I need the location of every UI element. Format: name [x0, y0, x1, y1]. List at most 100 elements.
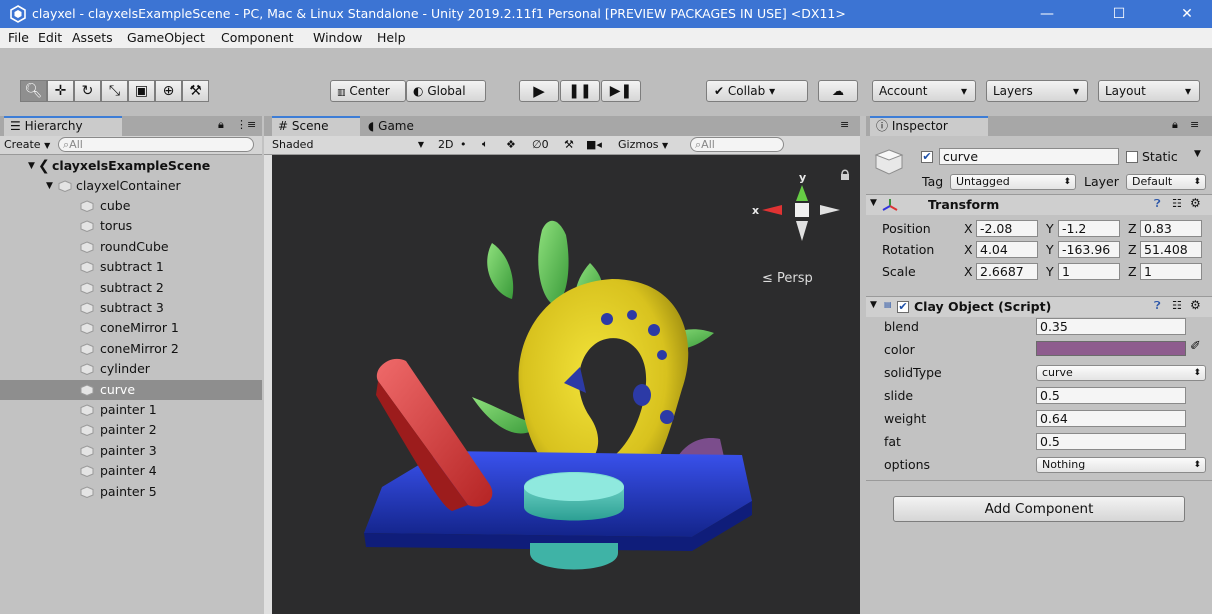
gear-icon[interactable]: ⚙︎	[1190, 298, 1201, 312]
chevron-down-icon[interactable]: ▼	[1194, 149, 1201, 159]
rotate-tool-button[interactable]: ↻	[74, 80, 101, 102]
scale-z-field[interactable]: 1	[1140, 263, 1202, 280]
hierarchy-item[interactable]: coneMirror 2	[0, 339, 262, 359]
lock-icon[interactable]	[841, 169, 849, 180]
foldout-arrow-icon[interactable]: ▼	[870, 300, 877, 310]
panel-menu-icon[interactable]: ≡	[1190, 118, 1199, 131]
lock-icon[interactable]: 🔒︎	[1172, 118, 1178, 132]
hidden-objects-toggle[interactable]: ∅0	[532, 137, 549, 153]
eyedropper-icon[interactable]: ✐	[1190, 339, 1201, 354]
tab-game[interactable]: ◖ Game	[362, 116, 442, 136]
close-button[interactable]: ✕	[1164, 0, 1210, 28]
tab-inspector[interactable]: ⓘ Inspector	[870, 116, 988, 136]
blend-field[interactable]: 0.35	[1036, 318, 1186, 335]
gear-icon[interactable]: ⚙︎	[1190, 196, 1201, 210]
layout-dropdown[interactable]: Layout ▾	[1098, 80, 1200, 102]
tools-icon[interactable]: ⚒	[564, 137, 574, 153]
hierarchy-item[interactable]: subtract 1	[0, 257, 262, 277]
tag-dropdown[interactable]: Untagged ⬍	[950, 174, 1076, 190]
menu-gameobject[interactable]: GameObject	[127, 30, 205, 45]
container-row[interactable]: ▼ clayxelContainer	[0, 176, 262, 196]
static-checkbox[interactable]	[1126, 151, 1138, 163]
position-x-field[interactable]: -2.08	[976, 220, 1038, 237]
hierarchy-item[interactable]: cube	[0, 196, 262, 216]
rotation-z-field[interactable]: 51.408	[1140, 241, 1202, 258]
rotation-x-field[interactable]: 4.04	[976, 241, 1038, 258]
account-dropdown[interactable]: Account ▾	[872, 80, 976, 102]
scale-y-field[interactable]: 1	[1058, 263, 1120, 280]
camera-icon[interactable]: ■◂	[586, 137, 602, 153]
solidtype-dropdown[interactable]: curve ⬍	[1036, 365, 1206, 381]
presets-icon[interactable]: ☷	[1172, 299, 1182, 312]
play-button[interactable]: ▶	[519, 80, 559, 102]
hierarchy-item[interactable]: painter 5	[0, 482, 262, 502]
tab-scene[interactable]: # Scene	[272, 116, 360, 136]
menu-help[interactable]: Help	[377, 30, 406, 45]
weight-field[interactable]: 0.64	[1036, 410, 1186, 427]
help-icon[interactable]: ❓︎	[1154, 197, 1161, 211]
position-z-field[interactable]: 0.83	[1140, 220, 1202, 237]
hierarchy-item[interactable]: painter 2	[0, 420, 262, 440]
cloud-button[interactable]: ☁	[818, 80, 858, 102]
position-y-field[interactable]: -1.2	[1058, 220, 1120, 237]
active-checkbox[interactable]: ✔	[921, 151, 933, 163]
hierarchy-search-input[interactable]: ⌕All	[58, 137, 254, 152]
menu-window[interactable]: Window	[313, 30, 362, 45]
create-dropdown[interactable]: Create ▼	[4, 137, 50, 153]
hierarchy-item[interactable]: cylinder	[0, 359, 262, 379]
minimize-button[interactable]: —	[1024, 0, 1070, 28]
menu-file[interactable]: File	[8, 30, 29, 45]
move-tool-button[interactable]: ✛	[47, 80, 74, 102]
transform-header[interactable]: ▼ Transform ❓︎ ☷ ⚙︎	[866, 194, 1212, 215]
expand-arrow-icon[interactable]: ▼	[28, 156, 35, 176]
hand-tool-button[interactable]: 🔍︎	[20, 80, 47, 102]
audio-icon[interactable]: 🔈︎	[482, 137, 488, 153]
persp-label[interactable]: ≤ Persp	[762, 271, 813, 286]
transform-tool-button[interactable]: ⊕	[155, 80, 182, 102]
hierarchy-item[interactable]: subtract 3	[0, 298, 262, 318]
shading-mode-dropdown[interactable]: Shaded ▼	[272, 137, 428, 153]
rect-tool-button[interactable]: ▣	[128, 80, 155, 102]
expand-arrow-icon[interactable]: ▼	[46, 176, 53, 196]
maximize-button[interactable]: ☐	[1096, 0, 1142, 28]
pivot-center-button[interactable]: ▥ Center	[330, 80, 406, 102]
slide-field[interactable]: 0.5	[1036, 387, 1186, 404]
rotation-y-field[interactable]: -163.96	[1058, 241, 1120, 258]
2d-toggle[interactable]: 2D	[438, 137, 453, 153]
custom-tool-button[interactable]: ⚒	[182, 80, 209, 102]
options-dropdown[interactable]: Nothing ⬍	[1036, 457, 1206, 473]
hierarchy-item[interactable]: subtract 2	[0, 278, 262, 298]
layers-dropdown[interactable]: Layers ▾	[986, 80, 1088, 102]
hierarchy-item[interactable]: painter 3	[0, 441, 262, 461]
orientation-gizmo[interactable]: y x	[752, 171, 840, 241]
tab-hierarchy[interactable]: ☰ Hierarchy	[4, 116, 122, 136]
foldout-arrow-icon[interactable]: ▼	[870, 198, 877, 208]
gizmos-dropdown[interactable]: Gizmos ▼	[618, 137, 668, 154]
pause-button[interactable]: ❚❚	[560, 80, 600, 102]
add-component-button[interactable]: Add Component	[893, 496, 1185, 522]
menu-component[interactable]: Component	[221, 30, 294, 45]
lock-icon[interactable]: 🔒︎	[218, 118, 224, 132]
object-name-input[interactable]: curve	[939, 148, 1119, 165]
collab-dropdown[interactable]: ✔ Collab ▾	[706, 80, 808, 102]
scale-x-field[interactable]: 2.6687	[976, 263, 1038, 280]
hierarchy-item[interactable]: coneMirror 1	[0, 318, 262, 338]
panel-menu-icon[interactable]: ≡	[840, 118, 849, 131]
fat-field[interactable]: 0.5	[1036, 433, 1186, 450]
presets-icon[interactable]: ☷	[1172, 197, 1182, 210]
color-swatch[interactable]	[1036, 341, 1186, 356]
scene-viewport[interactable]: y x ≤ Persp	[272, 155, 860, 614]
panel-menu-icon[interactable]: ⋮≡	[236, 118, 256, 131]
help-icon[interactable]: ❓︎	[1154, 299, 1161, 313]
scene-search-input[interactable]: ⌕All	[690, 137, 784, 152]
hierarchy-item[interactable]: torus	[0, 216, 262, 236]
hierarchy-item[interactable]: painter 1	[0, 400, 262, 420]
hierarchy-item[interactable]: painter 4	[0, 461, 262, 481]
pivot-global-button[interactable]: ◐ Global	[406, 80, 486, 102]
clay-object-enabled-checkbox[interactable]: ✔	[897, 301, 909, 313]
hierarchy-item[interactable]: curve	[0, 379, 262, 400]
scene-root-row[interactable]: ▼ ❮︎ clayxelsExampleScene	[0, 156, 262, 176]
hierarchy-item[interactable]: roundCube	[0, 237, 262, 257]
step-button[interactable]: ▶❚	[601, 80, 641, 102]
lighting-icon[interactable]: •︎	[460, 137, 467, 153]
